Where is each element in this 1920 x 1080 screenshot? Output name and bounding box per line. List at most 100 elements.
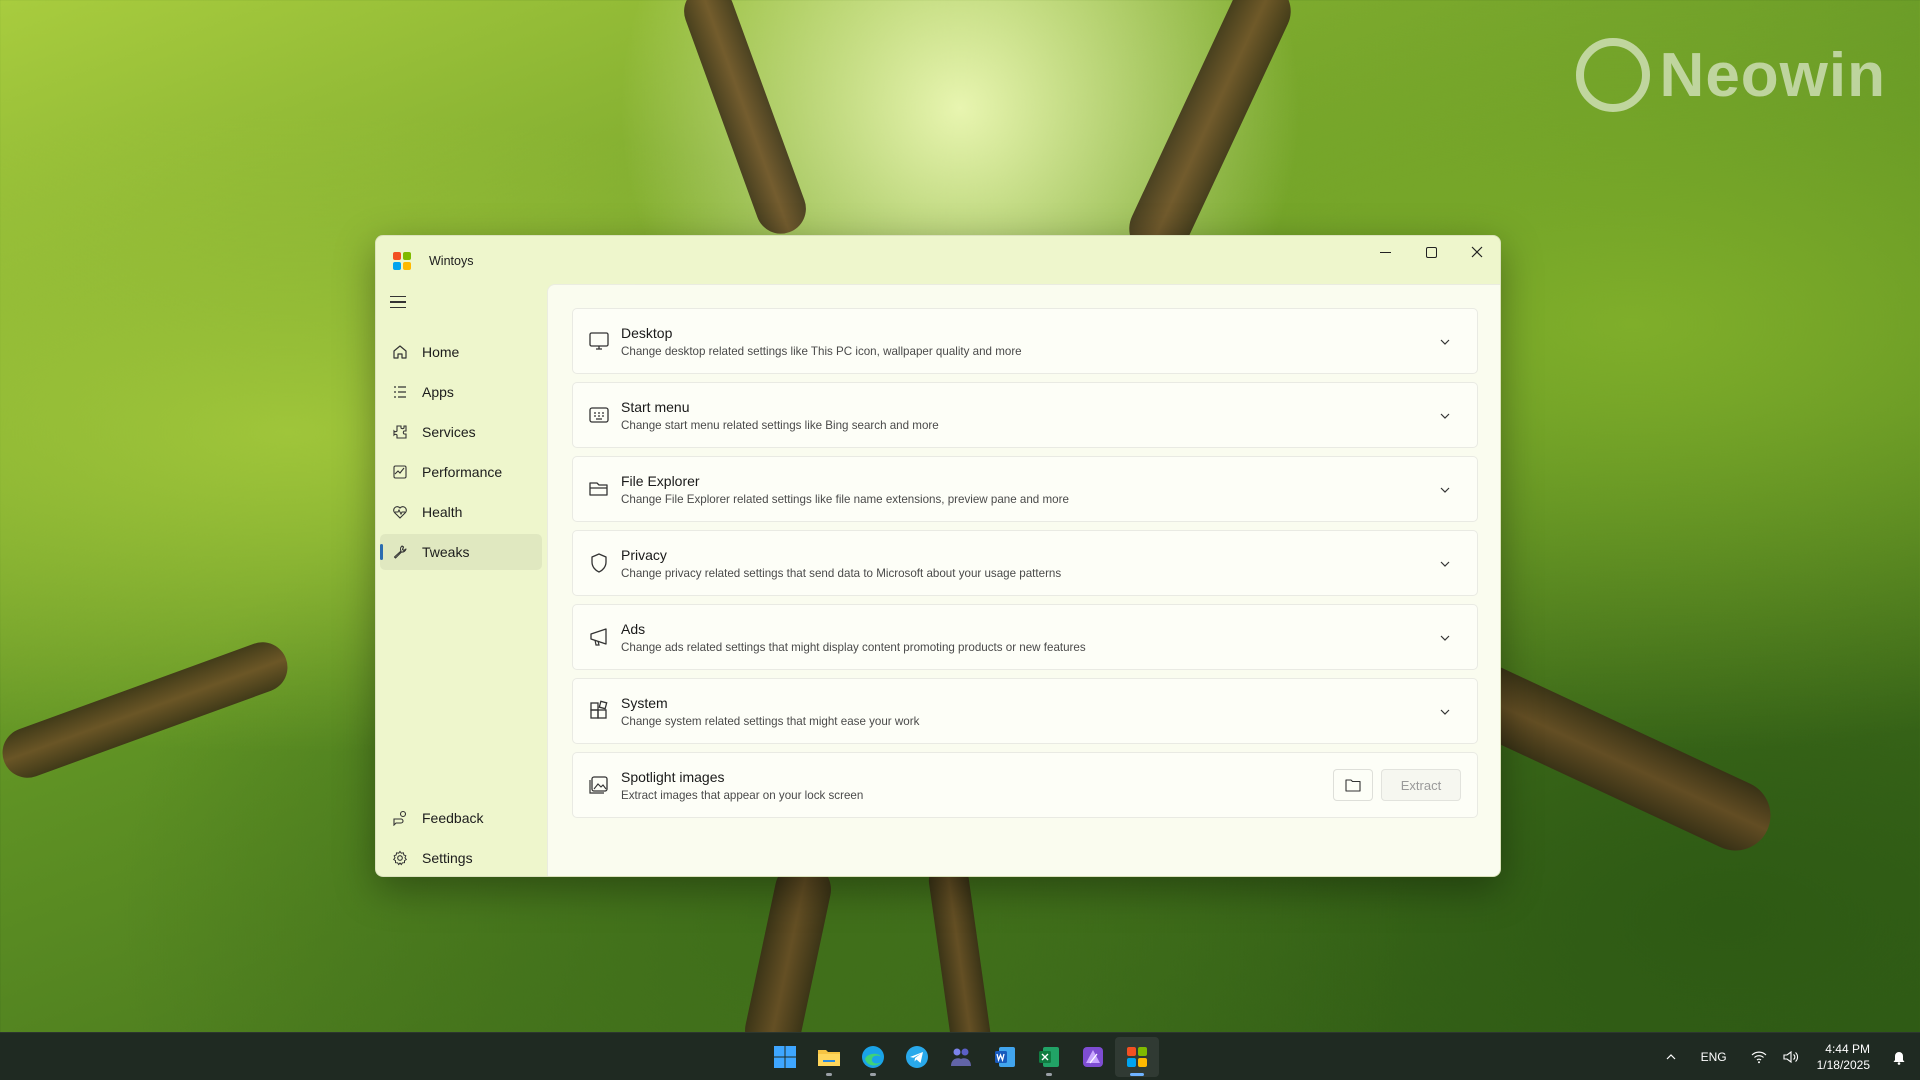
chevron-down-icon[interactable]	[1439, 409, 1451, 421]
card-title: File Explorer	[621, 473, 700, 489]
sidebar-item-home[interactable]: Home	[380, 334, 542, 370]
taskbar-edge[interactable]	[851, 1037, 895, 1077]
tweak-card-ads[interactable]: Ads Change ads related settings that mig…	[572, 604, 1478, 670]
hamburger-menu-icon[interactable]	[390, 296, 406, 310]
image-icon	[588, 774, 610, 796]
sidebar-item-label: Tweaks	[422, 544, 470, 560]
chevron-down-icon[interactable]	[1439, 335, 1451, 347]
tweak-card-start-menu[interactable]: Start menu Change start menu related set…	[572, 382, 1478, 448]
chevron-down-icon[interactable]	[1439, 483, 1451, 495]
sidebar-item-apps[interactable]: Apps	[380, 374, 542, 410]
language-indicator[interactable]: ENG	[1701, 1050, 1727, 1064]
card-description: Change File Explorer related settings li…	[621, 493, 1069, 506]
system-tray: ENG 4:44 PM 1/18/2025	[1657, 1033, 1920, 1080]
sidebar-item-label: Feedback	[422, 810, 484, 826]
services-icon	[392, 424, 408, 440]
volume-icon[interactable]	[1783, 1050, 1799, 1064]
excel-icon	[1039, 1047, 1059, 1067]
chevron-down-icon[interactable]	[1439, 705, 1451, 717]
teams-icon	[951, 1048, 971, 1066]
sidebar-item-label: Services	[422, 424, 476, 440]
word-icon	[995, 1047, 1015, 1067]
wintoys-window: Wintoys Home Apps Services Performance H…	[375, 235, 1501, 877]
sidebar-item-tweaks[interactable]: Tweaks	[380, 534, 542, 570]
wifi-icon[interactable]	[1751, 1050, 1767, 1064]
running-indicator	[1046, 1073, 1052, 1076]
notification-bell-icon[interactable]	[1892, 1049, 1906, 1065]
taskbar-affinity[interactable]	[1071, 1037, 1115, 1077]
sidebar-item-label: Apps	[422, 384, 454, 400]
maximize-icon	[1425, 246, 1437, 258]
taskbar-telegram[interactable]	[895, 1037, 939, 1077]
tweak-card-privacy[interactable]: Privacy Change privacy related settings …	[572, 530, 1478, 596]
chevron-down-icon[interactable]	[1439, 557, 1451, 569]
open-folder-button[interactable]	[1333, 769, 1373, 801]
taskbar-wintoys[interactable]	[1115, 1037, 1159, 1077]
active-app-indicator	[1130, 1073, 1144, 1076]
maximize-button[interactable]	[1408, 236, 1454, 268]
card-title: Ads	[621, 621, 646, 637]
minimize-button[interactable]	[1362, 236, 1408, 268]
file-explorer-icon	[818, 1050, 840, 1066]
taskbar-start-button[interactable]	[763, 1037, 807, 1077]
running-indicator	[870, 1073, 876, 1076]
minimize-icon	[1379, 251, 1391, 253]
tweak-card-system[interactable]: System Change system related settings th…	[572, 678, 1478, 744]
sidebar-item-feedback[interactable]: Feedback	[380, 800, 542, 836]
tweak-card-file-explorer[interactable]: File Explorer Change File Explorer relat…	[572, 456, 1478, 522]
active-indicator	[380, 544, 383, 560]
sidebar-item-performance[interactable]: Performance	[380, 454, 542, 490]
sidebar-item-label: Settings	[422, 850, 473, 866]
telegram-icon	[906, 1046, 928, 1068]
card-title: System	[621, 695, 668, 711]
taskbar-file-explorer[interactable]	[807, 1037, 851, 1077]
wallpaper-trunk	[677, 0, 813, 241]
monitor-icon	[588, 330, 610, 352]
sidebar-item-label: Health	[422, 504, 463, 520]
chevron-down-icon[interactable]	[1439, 631, 1451, 643]
card-description: Change ads related settings that might d…	[621, 641, 1086, 654]
taskbar-apps	[763, 1033, 1159, 1080]
tweak-card-desktop[interactable]: Desktop Change desktop related settings …	[572, 308, 1478, 374]
affinity-icon	[1083, 1047, 1103, 1067]
card-title: Spotlight images	[621, 769, 725, 785]
taskbar-word[interactable]	[983, 1037, 1027, 1077]
gear-icon	[392, 850, 408, 866]
wrench-icon	[392, 544, 408, 560]
sidebar: Home Apps Services Performance Health Tw…	[376, 284, 546, 876]
card-description: Change privacy related settings that sen…	[621, 567, 1062, 580]
system-icon	[588, 700, 610, 722]
taskbar-teams[interactable]	[939, 1037, 983, 1077]
title-bar[interactable]: Wintoys	[376, 236, 1500, 284]
wintoys-logo-icon	[393, 252, 411, 270]
folder-open-icon	[588, 478, 610, 500]
clock[interactable]: 4:44 PM 1/18/2025	[1817, 1041, 1870, 1073]
clock-date: 1/18/2025	[1816, 1058, 1870, 1072]
feedback-icon	[392, 810, 408, 826]
clock-time: 4:44 PM	[1825, 1042, 1870, 1056]
card-description: Change start menu related settings like …	[621, 419, 939, 432]
sidebar-item-services[interactable]: Services	[380, 414, 542, 450]
folder-icon	[1345, 779, 1361, 792]
shield-icon	[588, 552, 610, 574]
wallpaper-trunk	[1119, 0, 1301, 269]
edge-icon	[862, 1046, 884, 1068]
show-hidden-icons-chevron-up-icon[interactable]	[1665, 1051, 1677, 1063]
neowin-watermark: Neowin	[1575, 38, 1886, 112]
health-icon	[392, 504, 408, 520]
sidebar-item-settings[interactable]: Settings	[380, 840, 542, 876]
start-menu-icon	[588, 404, 610, 426]
card-description: Extract images that appear on your lock …	[621, 789, 864, 802]
windows-logo-icon	[774, 1046, 796, 1068]
card-description: Change desktop related settings like Thi…	[621, 345, 1022, 358]
sidebar-item-health[interactable]: Health	[380, 494, 542, 530]
close-button[interactable]	[1454, 236, 1500, 268]
wallpaper-trunk	[0, 635, 295, 785]
card-title: Desktop	[621, 325, 673, 341]
taskbar-excel[interactable]	[1027, 1037, 1071, 1077]
tweaks-content: Desktop Change desktop related settings …	[547, 284, 1500, 876]
apps-list-icon	[392, 384, 408, 400]
card-title: Start menu	[621, 399, 690, 415]
close-icon	[1471, 246, 1483, 258]
extract-button[interactable]: Extract	[1381, 769, 1461, 801]
